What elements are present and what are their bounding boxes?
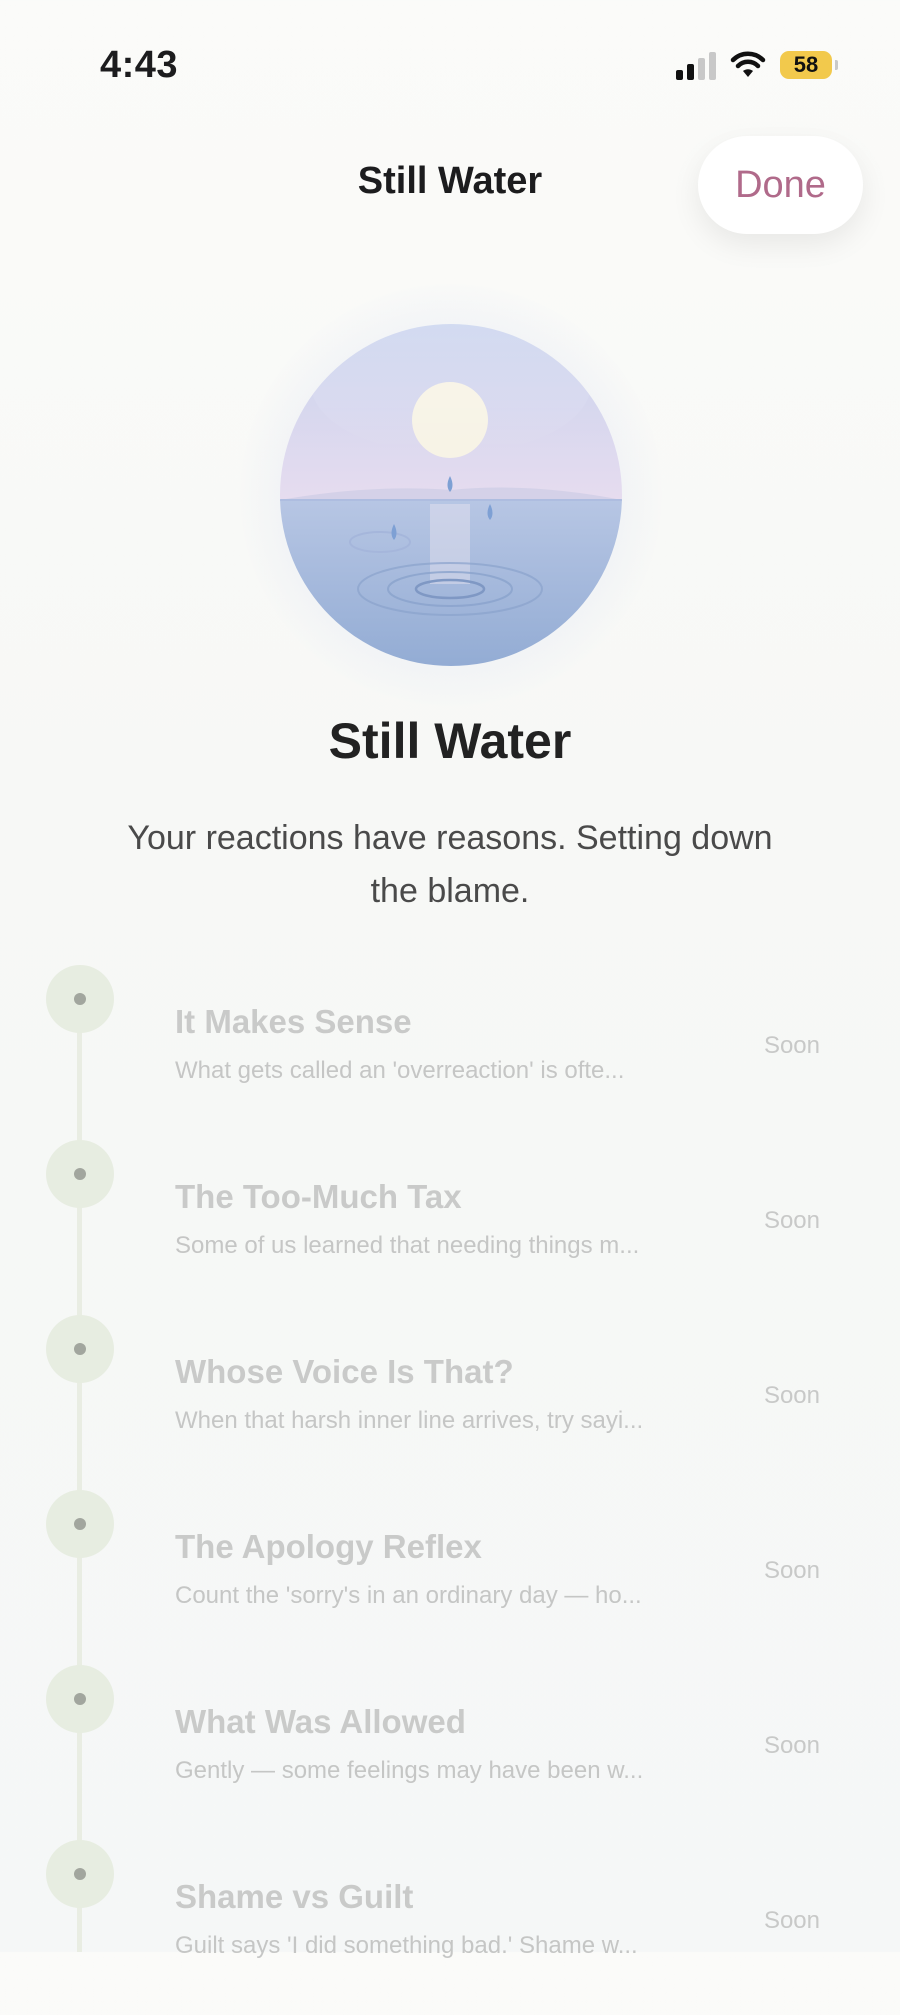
lesson-item[interactable]: The Too-Much Tax Some of us learned that…	[0, 1140, 900, 1315]
lesson-item[interactable]: The Apology Reflex Count the 'sorry's in…	[0, 1490, 900, 1665]
cellular-signal-icon	[676, 50, 716, 80]
lesson-description: Guilt says 'I did something bad.' Shame …	[175, 1932, 638, 1959]
lesson-status: Soon	[763, 1207, 820, 1234]
status-time: 4:43	[100, 44, 179, 86]
timeline-node	[46, 1665, 114, 1733]
lesson-title: The Too-Much Tax	[175, 1178, 462, 1215]
battery-level: 58	[793, 52, 819, 77]
node-dot-icon	[74, 1343, 86, 1355]
lesson-description: What gets called an 'overreaction' is of…	[175, 1057, 625, 1084]
page-subtitle: Your reactions have reasons. Setting dow…	[127, 819, 773, 910]
lesson-status: Soon	[763, 1032, 820, 1059]
lesson-status: Soon	[763, 1557, 820, 1584]
timeline-node	[46, 1315, 114, 1383]
lesson-title: What Was Allowed	[175, 1703, 466, 1740]
node-dot-icon	[74, 1868, 86, 1880]
lesson-item[interactable]: What Was Allowed Gently — some feelings …	[0, 1665, 900, 1840]
lesson-title: It Makes Sense	[175, 1003, 412, 1040]
lesson-description: When that harsh inner line arrives, try …	[175, 1407, 644, 1434]
node-dot-icon	[74, 1693, 86, 1705]
node-dot-icon	[74, 993, 86, 1005]
lesson-item[interactable]: It Makes Sense What gets called an 'over…	[0, 965, 900, 1140]
node-dot-icon	[74, 1518, 86, 1530]
timeline-node	[46, 1840, 114, 1908]
lesson-status: Soon	[763, 1732, 820, 1759]
battery-icon: 58	[780, 51, 838, 79]
status-icons: 58	[676, 50, 838, 80]
still-water-illustration	[280, 324, 622, 666]
wifi-icon	[730, 51, 766, 77]
lesson-description: Gently — some feelings may have been w..…	[175, 1757, 644, 1784]
hero-orb	[240, 284, 662, 706]
timeline-node	[46, 965, 114, 1033]
lesson-title: The Apology Reflex	[175, 1528, 482, 1565]
lesson-item[interactable]: Whose Voice Is That? When that harsh inn…	[0, 1315, 900, 1490]
lesson-title: Whose Voice Is That?	[175, 1353, 514, 1390]
lesson-description: Count the 'sorry's in an ordinary day — …	[175, 1582, 642, 1609]
page-heading: Still Water	[328, 713, 572, 769]
timeline-node	[46, 1140, 114, 1208]
lesson-title: Shame vs Guilt	[175, 1878, 414, 1915]
done-button[interactable]: Done	[698, 136, 863, 234]
lesson-description: Some of us learned that needing things m…	[175, 1232, 640, 1259]
timeline-node	[46, 1490, 114, 1558]
lesson-item[interactable]: Shame vs Guilt Guilt says 'I did somethi…	[0, 1840, 900, 2015]
node-dot-icon	[74, 1168, 86, 1180]
lesson-status: Soon	[763, 1907, 820, 1934]
status-bar: 4:43 58	[0, 0, 900, 110]
lesson-status: Soon	[763, 1382, 820, 1409]
